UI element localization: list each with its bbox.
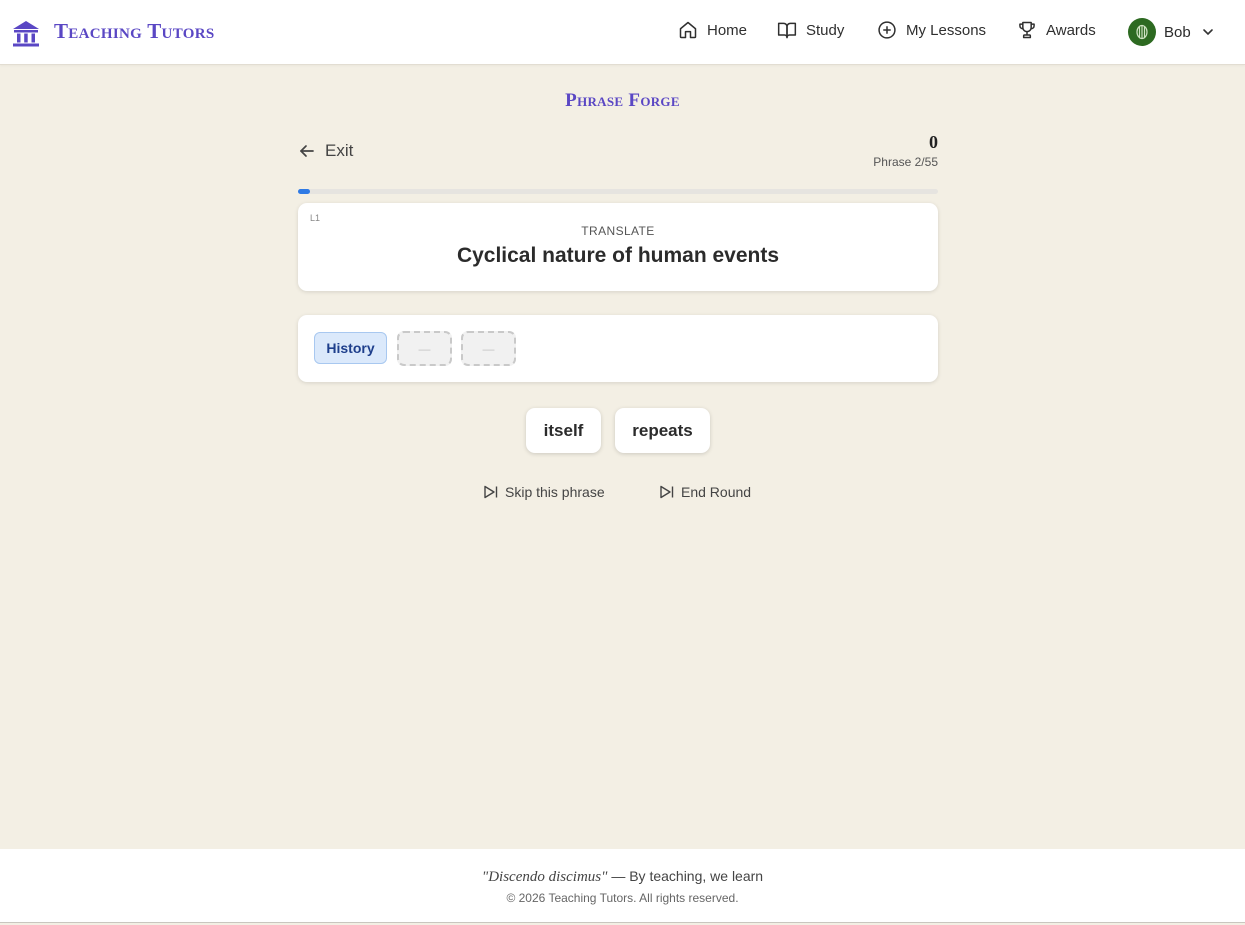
motto-translation: — By teaching, we learn <box>607 868 764 884</box>
end-round-label: End Round <box>681 484 752 500</box>
end-round-button[interactable]: End Round <box>659 484 751 500</box>
copyright: © 2026 Teaching Tutors. All rights reser… <box>506 891 739 905</box>
top-navbar: Teaching Tutors Home Study My Lessons Aw… <box>0 0 1245 65</box>
footer: "Discendo discimus" — By teaching, we le… <box>0 849 1245 923</box>
nav-home-label: Home <box>707 21 748 39</box>
phrase-count: Phrase 2/55 <box>873 155 938 169</box>
score-panel: 0 Phrase 2/55 <box>873 132 938 169</box>
answer-area: History — — <box>298 315 938 382</box>
exit-label: Exit <box>325 141 354 160</box>
level-tag: L1 <box>310 213 321 223</box>
chevron-down-icon <box>1202 29 1213 36</box>
skip-forward-icon <box>484 485 498 499</box>
game-title: Phrase Forge <box>565 90 680 111</box>
word-bank-chip[interactable]: itself <box>526 408 601 453</box>
nav-my-lessons[interactable]: My Lessons <box>877 20 986 40</box>
nav-awards-label: Awards <box>1046 21 1096 39</box>
score-value: 0 <box>929 132 938 152</box>
empty-answer-slot[interactable]: — <box>397 331 452 366</box>
arrow-left-icon <box>300 145 314 157</box>
prompt-card: L1 TRANSLATE Cyclical nature of human ev… <box>298 203 938 291</box>
exit-button[interactable]: Exit <box>298 141 353 161</box>
main-nav: Home Study My Lessons Awards <box>0 20 1245 44</box>
prompt-text: Cyclical nature of human events <box>456 244 780 267</box>
nav-home[interactable]: Home <box>678 20 747 40</box>
avatar <box>1128 18 1156 46</box>
nav-my-lessons-label: My Lessons <box>906 21 987 39</box>
nav-study[interactable]: Study <box>777 20 844 40</box>
home-icon <box>679 21 697 39</box>
plus-circle-icon <box>878 21 896 39</box>
word-bank-chip[interactable]: repeats <box>615 408 710 453</box>
user-menu[interactable]: Bob <box>1128 18 1215 46</box>
motto-latin: "Discendo discimus" <box>481 869 608 885</box>
progress-bar <box>298 189 938 194</box>
user-name: Bob <box>1164 23 1191 41</box>
nav-study-label: Study <box>806 21 845 39</box>
barrel-icon <box>1136 24 1148 40</box>
skip-forward-icon <box>660 485 674 499</box>
book-icon <box>777 22 797 39</box>
trophy-icon <box>1019 21 1035 39</box>
nav-awards[interactable]: Awards <box>1017 20 1096 40</box>
footer-motto: "Discendo discimus" — By teaching, we le… <box>0 868 1245 886</box>
prompt-label: TRANSLATE <box>581 224 655 238</box>
placed-word-chip[interactable]: History <box>314 332 387 364</box>
empty-answer-slot[interactable]: — <box>461 331 516 366</box>
skip-phrase-label: Skip this phrase <box>505 484 605 500</box>
skip-phrase-button[interactable]: Skip this phrase <box>483 484 605 500</box>
progress-fill <box>298 189 310 194</box>
